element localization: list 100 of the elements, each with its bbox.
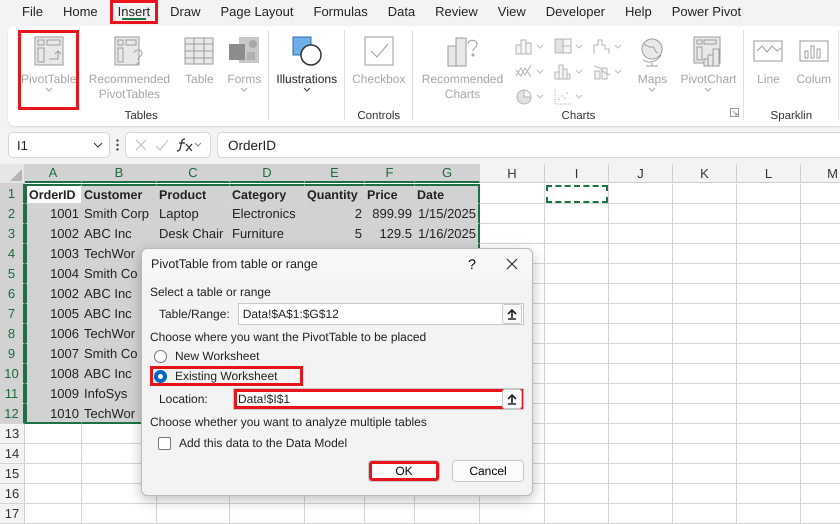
row-header[interactable]: 6	[0, 284, 25, 304]
row-header[interactable]: 3	[0, 224, 25, 244]
pie-chart-icon	[514, 87, 534, 105]
arrow-up-icon	[507, 308, 517, 320]
column-header[interactable]: F	[365, 164, 415, 183]
chevron-down-icon	[536, 68, 544, 74]
scatter-chart-icon	[553, 87, 574, 105]
chevron-down-icon	[536, 94, 544, 98]
ribbon-tab[interactable]: View	[490, 0, 534, 24]
table-cell: Electronics	[230, 204, 305, 224]
column-header[interactable]: C	[157, 164, 230, 183]
column-header[interactable]: L	[737, 164, 801, 183]
header-cell: Product	[157, 184, 230, 204]
shapes-icon	[290, 34, 324, 68]
chevron-down-icon	[536, 44, 544, 48]
help-button[interactable]: ?	[452, 250, 492, 278]
function-icon[interactable]	[176, 137, 202, 153]
column-header[interactable]: D	[230, 164, 305, 183]
row-header[interactable]: 14	[0, 444, 25, 464]
ribbon-tab[interactable]: Data	[380, 0, 424, 24]
row-header[interactable]: 12	[0, 404, 25, 424]
column-header[interactable]: M	[801, 164, 840, 183]
row-header[interactable]: 16	[0, 484, 25, 504]
cancel-icon[interactable]	[134, 138, 148, 152]
row-header[interactable]: 4	[0, 244, 25, 264]
table-cell: 1003	[25, 244, 82, 264]
line-chart-icon	[514, 62, 534, 80]
table-cell: Laptop	[157, 204, 230, 224]
row-header[interactable]: 13	[0, 424, 25, 444]
field-label: Table/Range:	[159, 307, 230, 321]
group-label: Sparklin	[770, 110, 812, 122]
more-options-icon[interactable]	[116, 139, 119, 151]
dialog-button[interactable]: OK	[368, 460, 440, 482]
range-field[interactable]: Data!$A$1:$G$12	[238, 303, 524, 325]
table-cell: Smith Corp	[82, 204, 157, 224]
group-label: Controls	[357, 110, 400, 122]
close-icon	[506, 258, 518, 270]
corner-triangle-icon	[10, 169, 22, 181]
ribbon-tab[interactable]: Power Pivot	[664, 0, 750, 24]
checkbox-icon	[362, 34, 396, 68]
histogram-chart-icon	[553, 62, 574, 80]
ribbon-tab[interactable]: Developer	[538, 0, 614, 24]
treemap-chart-icon	[553, 37, 574, 55]
ribbon-tab[interactable]: Help	[617, 0, 660, 24]
table-cell: 1/15/2025	[415, 204, 480, 224]
row-header[interactable]: 2	[0, 204, 25, 224]
row-header[interactable]: 8	[0, 324, 25, 344]
ribbon-button[interactable]: Illustrations	[273, 30, 340, 110]
name-box[interactable]: I1	[8, 132, 110, 158]
table-cell: 1004	[25, 264, 82, 284]
row-header[interactable]: 1	[0, 184, 25, 204]
column-header[interactable]: G	[415, 164, 480, 183]
table-cell: 1/16/2025	[415, 224, 480, 244]
option-label: Existing Worksheet	[175, 369, 278, 383]
column-header[interactable]: B	[82, 164, 157, 183]
row-header[interactable]: 17	[0, 504, 25, 524]
chevron-down-icon	[575, 44, 584, 48]
radio-button[interactable]	[154, 350, 167, 362]
row-header[interactable]: 5	[0, 264, 25, 284]
row-header[interactable]: 10	[0, 364, 25, 384]
ribbon-tab[interactable]: Formulas	[306, 0, 376, 24]
row-header[interactable]: 9	[0, 344, 25, 364]
chevron-down-icon	[93, 142, 103, 148]
table-cell: 5	[305, 224, 365, 244]
dialog-button[interactable]: Cancel	[452, 460, 524, 482]
ribbon-tab[interactable]: Review	[427, 0, 486, 24]
column-chart-icon	[514, 37, 534, 55]
checkbox[interactable]	[158, 436, 171, 450]
column-header[interactable]: E	[305, 164, 365, 183]
ribbon-tab[interactable]: Insert	[110, 0, 158, 24]
location-field[interactable]: Data!$I$1	[233, 388, 524, 410]
ribbon-tab[interactable]: Page Layout	[212, 0, 302, 24]
header-cell: OrderID	[25, 184, 82, 204]
table-cell: 1001	[25, 204, 82, 224]
table-cell: ABC Inc	[82, 224, 157, 244]
chevron-down-icon	[614, 44, 622, 48]
ribbon-tab[interactable]: Home	[54, 0, 106, 24]
column-header[interactable]: A	[25, 164, 82, 183]
row-header[interactable]: 11	[0, 384, 25, 404]
waterfall-chart-icon	[592, 37, 612, 55]
table-cell: Desk Chair	[157, 224, 230, 244]
data-model-option[interactable]: Add this data to the Data Model	[150, 431, 348, 455]
ribbon-tab[interactable]: Draw	[162, 0, 208, 24]
collapse-dialog-button[interactable]	[502, 389, 522, 409]
column-header[interactable]: H	[480, 164, 545, 183]
formula-field[interactable]: OrderID	[217, 132, 840, 158]
radio-button[interactable]	[154, 370, 167, 382]
row-header[interactable]: 15	[0, 464, 25, 484]
table-cell: 1002	[25, 224, 82, 244]
table-cell: 1002	[25, 284, 82, 304]
column-header[interactable]: J	[609, 164, 673, 183]
collapse-dialog-button[interactable]	[502, 304, 522, 324]
ribbon-tab[interactable]: File	[14, 0, 51, 24]
cell-reference: I1	[17, 138, 28, 152]
row-header[interactable]: 7	[0, 304, 25, 324]
check-icon[interactable]	[154, 138, 169, 152]
column-header[interactable]: K	[673, 164, 737, 183]
dialog-launcher-icon[interactable]	[730, 108, 740, 117]
column-header[interactable]: I	[545, 164, 609, 183]
select-all-button[interactable]	[0, 164, 25, 184]
